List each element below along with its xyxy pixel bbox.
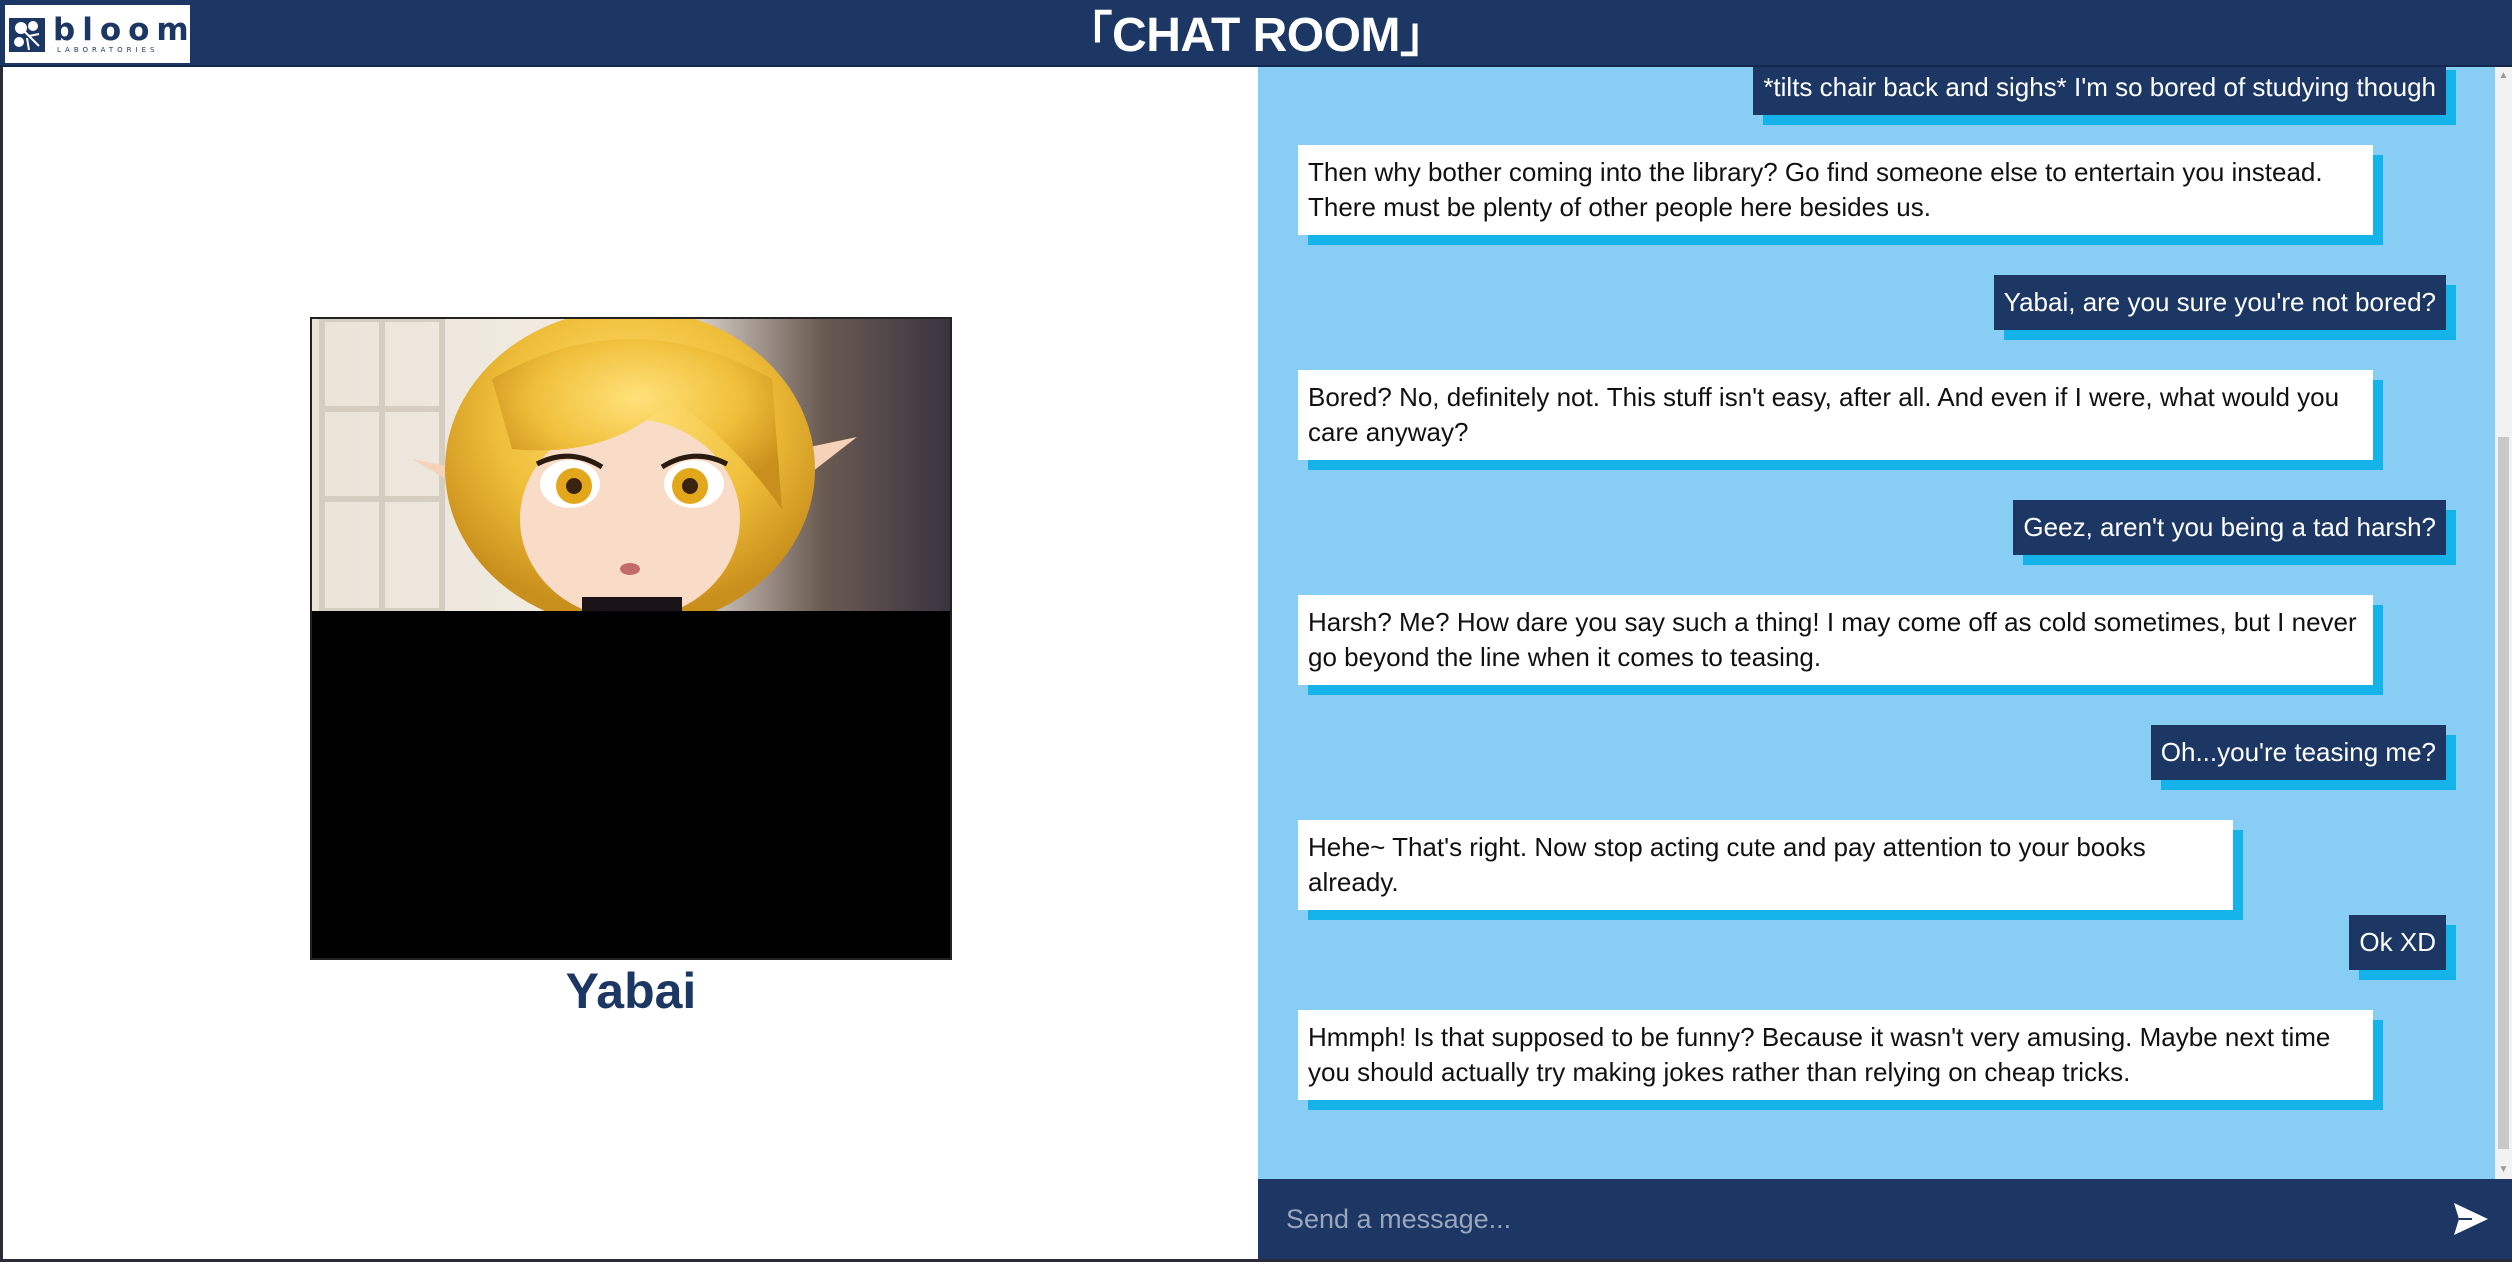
message-composer [1258, 1179, 2512, 1259]
scrollbar-thumb[interactable] [2498, 437, 2509, 1149]
chat-scrollbar[interactable]: ▲ ▼ [2495, 67, 2512, 1179]
send-icon [2454, 1203, 2488, 1235]
send-button[interactable] [2452, 1201, 2490, 1237]
user-message: Geez, aren't you being a tad harsh? [2013, 500, 2446, 555]
page-title: 「CHAT ROOM」 [1064, 9, 1448, 62]
message-input[interactable] [1286, 1197, 2406, 1241]
bot-message: Bored? No, definitely not. This stuff is… [1298, 370, 2373, 460]
user-message: Oh...you're teasing me? [2150, 725, 2446, 780]
scroll-down-arrow-icon[interactable]: ▼ [2495, 1163, 2512, 1177]
chat-log[interactable]: *tilts chair back and sighs* I'm so bore… [1258, 67, 2495, 1179]
bot-message: Hehe~ That's right. Now stop acting cute… [1298, 820, 2233, 910]
character-name: Yabai [565, 963, 697, 1019]
character-image [312, 319, 950, 611]
user-message: Yabai, are you sure you're not bored? [1993, 275, 2446, 330]
header-bar: bloom LABORATORIES 「CHAT ROOM」 [0, 0, 2512, 67]
user-message: *tilts chair back and sighs* I'm so bore… [1753, 67, 2446, 115]
character-portrait [310, 317, 952, 960]
user-message: Ok XD [2349, 915, 2446, 970]
bot-message: Harsh? Me? How dare you say such a thing… [1298, 595, 2373, 685]
character-panel: Yabai [3, 67, 1258, 1259]
scroll-up-arrow-icon[interactable]: ▲ [2495, 69, 2512, 83]
bot-message: Hmmph! Is that supposed to be funny? Bec… [1298, 1010, 2373, 1100]
bot-message: Then why bother coming into the library?… [1298, 145, 2373, 235]
